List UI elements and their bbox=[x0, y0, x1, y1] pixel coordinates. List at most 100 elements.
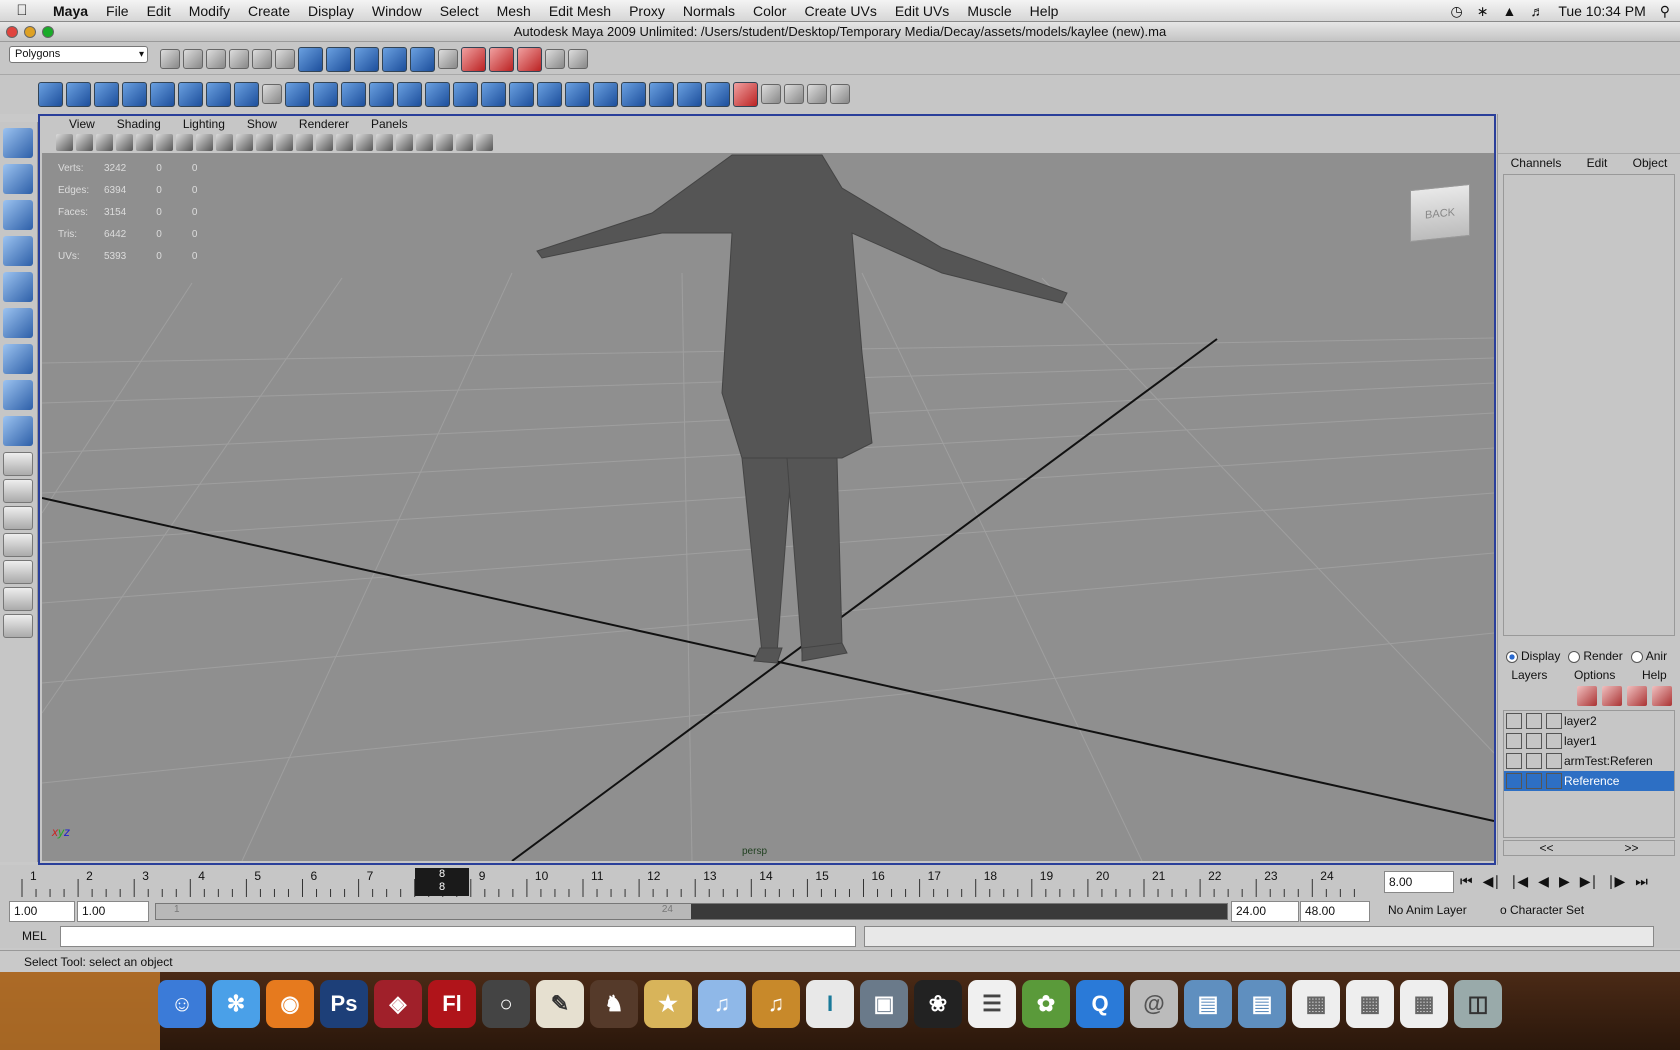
minimize-button[interactable] bbox=[24, 26, 36, 38]
camera-select-icon[interactable] bbox=[56, 133, 73, 151]
bookmark-icon[interactable] bbox=[96, 133, 113, 151]
preview-icon[interactable]: ▣ bbox=[860, 980, 908, 1028]
panel-menu-view[interactable]: View bbox=[58, 116, 106, 132]
lights-icon[interactable] bbox=[356, 133, 373, 151]
history-icon[interactable] bbox=[438, 49, 458, 69]
poly-plane-icon[interactable] bbox=[150, 81, 175, 107]
gate-mask-icon[interactable] bbox=[196, 133, 213, 151]
merge-icon[interactable] bbox=[593, 81, 618, 107]
paint-select-tool-icon[interactable] bbox=[3, 200, 33, 230]
safe-title-icon[interactable] bbox=[256, 133, 273, 151]
command-language-label[interactable]: MEL bbox=[22, 929, 47, 943]
documents-folder-icon[interactable]: ▤ bbox=[1238, 980, 1286, 1028]
select-hierarchy-icon[interactable] bbox=[229, 49, 249, 69]
render-settings-icon[interactable] bbox=[545, 49, 565, 69]
auto-map-icon[interactable] bbox=[705, 81, 730, 107]
menu-help[interactable]: Help bbox=[1021, 0, 1068, 22]
mail-icon[interactable]: @ bbox=[1130, 980, 1178, 1028]
menu-color[interactable]: Color bbox=[744, 0, 795, 22]
cylindrical-map-icon[interactable] bbox=[649, 81, 674, 107]
current-frame-marker[interactable]: 88 bbox=[415, 868, 469, 896]
channels-menu[interactable]: Channels bbox=[1511, 154, 1562, 172]
poly-sphere-icon[interactable] bbox=[38, 81, 63, 107]
hypershade-view-icon[interactable] bbox=[3, 560, 33, 584]
poly-prism-icon[interactable] bbox=[206, 81, 231, 107]
smooth-icon[interactable] bbox=[369, 81, 394, 107]
snap-curve-icon[interactable] bbox=[326, 46, 351, 72]
anim-view-icon[interactable] bbox=[3, 587, 33, 611]
stack-icon[interactable]: ▦ bbox=[1292, 980, 1340, 1028]
bevel-icon[interactable] bbox=[565, 81, 590, 107]
menu-edit-mesh[interactable]: Edit Mesh bbox=[540, 0, 620, 22]
menu-normals[interactable]: Normals bbox=[674, 0, 744, 22]
field-chart-icon[interactable] bbox=[216, 133, 233, 151]
single-view-icon[interactable] bbox=[3, 452, 33, 476]
snap-surface-icon[interactable] bbox=[410, 46, 435, 72]
close-button[interactable] bbox=[6, 26, 18, 38]
textured-icon[interactable] bbox=[336, 133, 353, 151]
prev-button[interactable]: << bbox=[1539, 841, 1553, 855]
xray-icon[interactable] bbox=[436, 133, 453, 151]
menu-select[interactable]: Select bbox=[431, 0, 488, 22]
layer-item[interactable]: layer1 bbox=[1504, 731, 1674, 751]
menu-file[interactable]: File bbox=[97, 0, 138, 22]
magnet-icon[interactable] bbox=[461, 46, 486, 72]
xray-joints-icon[interactable] bbox=[456, 133, 473, 151]
isolate-icon[interactable] bbox=[416, 133, 433, 151]
clock[interactable]: Tue 10:34 PM bbox=[1558, 3, 1645, 19]
poly-pipe-icon[interactable] bbox=[234, 81, 259, 107]
bluetooth-icon[interactable]: ∗ bbox=[1477, 3, 1489, 20]
panel-menu-show[interactable]: Show bbox=[236, 116, 288, 132]
hq-render-icon[interactable] bbox=[396, 133, 413, 151]
layer-item[interactable]: layer2 bbox=[1504, 711, 1674, 731]
camera-attr-icon[interactable] bbox=[76, 133, 93, 151]
play-forward-icon[interactable]: ▶ bbox=[1559, 873, 1570, 890]
image-plane-icon[interactable] bbox=[116, 133, 133, 151]
script-icon[interactable] bbox=[476, 133, 493, 151]
manipulator-tool-icon[interactable] bbox=[3, 344, 33, 374]
go-to-end-icon[interactable]: ⏭ bbox=[1635, 873, 1648, 890]
app-menu[interactable]: Maya bbox=[44, 0, 97, 22]
append-icon[interactable] bbox=[453, 81, 478, 107]
menu-mesh[interactable]: Mesh bbox=[488, 0, 540, 22]
menu-edit[interactable]: Edit bbox=[138, 0, 180, 22]
poly-cone-icon[interactable] bbox=[122, 81, 147, 107]
select-object-icon[interactable] bbox=[252, 49, 272, 69]
menu-edit-uvs[interactable]: Edit UVs bbox=[886, 0, 958, 22]
character-set-dropdown[interactable]: o Character Set bbox=[1496, 901, 1624, 922]
save-scene-icon[interactable] bbox=[206, 49, 226, 69]
last-tool-icon[interactable] bbox=[3, 416, 33, 446]
step-forward-icon[interactable]: ∣▶ bbox=[1608, 873, 1626, 890]
range-slider-handle[interactable]: 1 24 bbox=[156, 904, 691, 919]
sculpt-icon[interactable] bbox=[733, 81, 758, 107]
spherical-map-icon[interactable] bbox=[677, 81, 702, 107]
shadows-icon[interactable] bbox=[376, 133, 393, 151]
photoshop-icon[interactable]: Ps bbox=[320, 980, 368, 1028]
move-layer-up-icon[interactable] bbox=[1577, 686, 1597, 706]
textedit-icon[interactable]: I bbox=[806, 980, 854, 1028]
new-empty-layer-icon[interactable] bbox=[1627, 686, 1647, 706]
playback-end-field[interactable]: 24.00 bbox=[1231, 901, 1299, 922]
help-menu[interactable]: Help bbox=[1642, 666, 1667, 684]
menu-window[interactable]: Window bbox=[363, 0, 431, 22]
step-back-icon[interactable]: ◀∣ bbox=[1483, 873, 1501, 890]
downloads-stack-icon[interactable]: ▦ bbox=[1346, 980, 1394, 1028]
new-scene-icon[interactable] bbox=[160, 49, 180, 69]
layout-more-icon[interactable] bbox=[3, 614, 33, 638]
trash-icon[interactable]: ◫ bbox=[1454, 980, 1502, 1028]
anim-layer-dropdown[interactable]: No Anim Layer bbox=[1384, 901, 1492, 922]
insert-edge-loop-icon[interactable] bbox=[509, 81, 534, 107]
render-radio[interactable]: Render bbox=[1568, 649, 1623, 663]
spotlight-icon[interactable]: ⚲ bbox=[1660, 3, 1670, 20]
edit-menu[interactable]: Edit bbox=[1587, 154, 1608, 172]
game-icon[interactable]: ♞ bbox=[590, 980, 638, 1028]
poly-torus-icon[interactable] bbox=[178, 81, 203, 107]
object-menu[interactable]: Object bbox=[1633, 154, 1668, 172]
start-time-field[interactable]: 1.00 bbox=[9, 901, 75, 922]
planar-map-icon[interactable] bbox=[621, 81, 646, 107]
graph-view-icon[interactable] bbox=[3, 533, 33, 557]
wireframe-icon[interactable] bbox=[276, 133, 293, 151]
recent-stack-icon[interactable]: ▦ bbox=[1400, 980, 1448, 1028]
menu-muscle[interactable]: Muscle bbox=[958, 0, 1020, 22]
range-slider[interactable]: 1 24 bbox=[155, 903, 1228, 920]
